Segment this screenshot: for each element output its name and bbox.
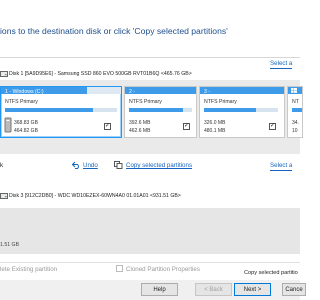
cancel-button[interactable]: Cance [282,283,306,296]
partition-4-fs: NT [292,99,299,105]
dest-disk-label: Disk 3 [912C2DB0] - WDC WD10EZEX-60WN4A0… [9,193,181,199]
partition-1-size: 464.82 GB [14,128,38,134]
source-disk-icon [0,71,8,79]
cloned-properties-checkbox-icon [116,265,123,274]
source-disk-label: Disk 1 [5A9D95E6] - Samsung SSD 860 EVO … [9,71,192,77]
partition-1-checkbox[interactable]: ✓ [104,123,111,130]
undo-icon [71,161,81,171]
dest-disk-icon [0,193,8,201]
partition-4-usage-bar [292,108,302,112]
header-divider [0,57,300,58]
toolbar-left-fragment: k [0,162,4,169]
help-button[interactable]: Help [141,283,178,296]
partition-1-name: 1 - Windows (C:) [5,89,44,95]
select-disk-link[interactable]: Select a [270,60,292,69]
partition-3-fs: NTFS Primary [204,99,237,105]
source-partition-4[interactable]: NT 34. 10 [287,86,303,138]
partition-2-checkbox[interactable]: ✓ [183,123,190,130]
source-partition-1[interactable]: 1 - Windows (C:) NTFS Primary 368.83 GB … [0,86,122,138]
partition-1-usage-bar [5,108,93,112]
partition-3-used: 326.0 MB [204,120,226,126]
partition-3-checkbox[interactable]: ✓ [269,123,276,130]
partition-2-name: 2 - [129,89,136,95]
select-dest-disk-link[interactable]: Select a [270,162,292,171]
partition-1-free-bar [93,108,117,112]
delete-existing-option[interactable]: lete Existing partition [0,266,57,273]
partition-3-color-bar [200,87,284,94]
partition-1-used: 368.83 GB [14,120,38,126]
partition-1-fs: NTFS Primary [5,99,38,105]
source-partition-3[interactable]: 3 - NTFS Primary 326.0 MB 480.1 MB ✓ [199,86,285,138]
next-button[interactable]: Next > [234,283,271,296]
windows-icon [291,88,297,95]
partition-3-free-bar [256,108,278,112]
copy-partitions-icon [114,161,123,171]
partition-2-usage-bar [129,108,183,112]
partition-2-used: 392.6 MB [129,120,151,126]
partition-4-size: 10 [292,128,298,134]
partition-2-color-bar [125,87,196,94]
dest-disk-map[interactable] [0,208,300,254]
partition-1-bar-rest [87,87,121,94]
partition-3-size: 480.1 MB [204,128,226,134]
partition-2-free-bar [183,108,192,112]
instruction-text: ions to the destination disk or click 'C… [0,26,228,36]
copy-selected-partitions-link[interactable]: Copy selected partitions [126,162,192,169]
partition-4-used: 34. [292,120,299,126]
dest-disk-size-fragment: 1.51 GB [0,242,20,248]
status-text: Copy selected partitio [244,270,298,276]
options-divider [0,262,300,263]
partition-3-name: 3 - [204,89,211,95]
undo-link[interactable]: Undo [83,162,98,169]
partition-2-size: 462.6 MB [129,128,151,134]
drive-icon [4,117,12,135]
back-button[interactable]: < Back [195,283,232,296]
cloned-partition-properties-option[interactable]: Cloned Partition Properties [126,266,200,273]
source-partition-2[interactable]: 2 - NTFS Primary 392.6 MB 462.6 MB ✓ [124,86,197,138]
partition-2-fs: NTFS Primary [129,99,162,105]
partition-3-usage-bar [204,108,256,112]
